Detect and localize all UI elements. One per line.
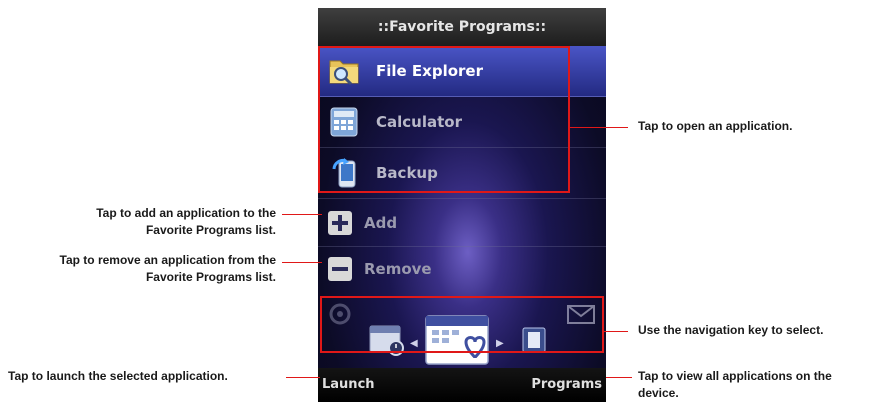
remove-button[interactable]: Remove	[318, 246, 606, 292]
remove-app-callout-line1: Tap to remove an application from the	[59, 253, 276, 267]
view-all-leader	[606, 377, 632, 378]
add-leader	[282, 214, 322, 215]
add-app-callout: Tap to add an application to the Favorit…	[40, 205, 276, 239]
remove-leader	[282, 262, 322, 263]
add-button[interactable]: Add	[318, 200, 606, 247]
remove-app-callout: Tap to remove an application from the Fa…	[10, 252, 276, 286]
view-all-callout-line2: device.	[638, 386, 679, 400]
navigation-highlight	[320, 296, 604, 353]
open-app-leader	[570, 127, 628, 128]
nav-key-callout: Use the navigation key to select.	[638, 323, 824, 337]
screen-title: ::Favorite Programs::	[318, 8, 606, 46]
program-list-highlight	[318, 46, 570, 193]
add-label: Add	[364, 214, 398, 232]
add-app-callout-line2: Favorite Programs list.	[145, 223, 276, 237]
add-app-callout-line1: Tap to add an application to the	[96, 206, 276, 220]
nav-key-leader	[604, 331, 628, 332]
minus-icon	[328, 257, 352, 281]
view-all-callout: Tap to view all applications on the devi…	[638, 368, 832, 402]
launch-leader	[286, 377, 320, 378]
launch-softkey[interactable]: Launch	[322, 377, 375, 392]
remove-label: Remove	[364, 260, 432, 278]
plus-icon	[328, 211, 352, 235]
softkey-bar: Launch Programs	[318, 368, 606, 402]
open-app-callout: Tap to open an application.	[638, 119, 793, 133]
view-all-callout-line1: Tap to view all applications on the	[638, 369, 832, 383]
programs-softkey[interactable]: Programs	[531, 377, 602, 392]
remove-app-callout-line2: Favorite Programs list.	[145, 270, 276, 284]
launch-callout: Tap to launch the selected application.	[8, 369, 228, 383]
